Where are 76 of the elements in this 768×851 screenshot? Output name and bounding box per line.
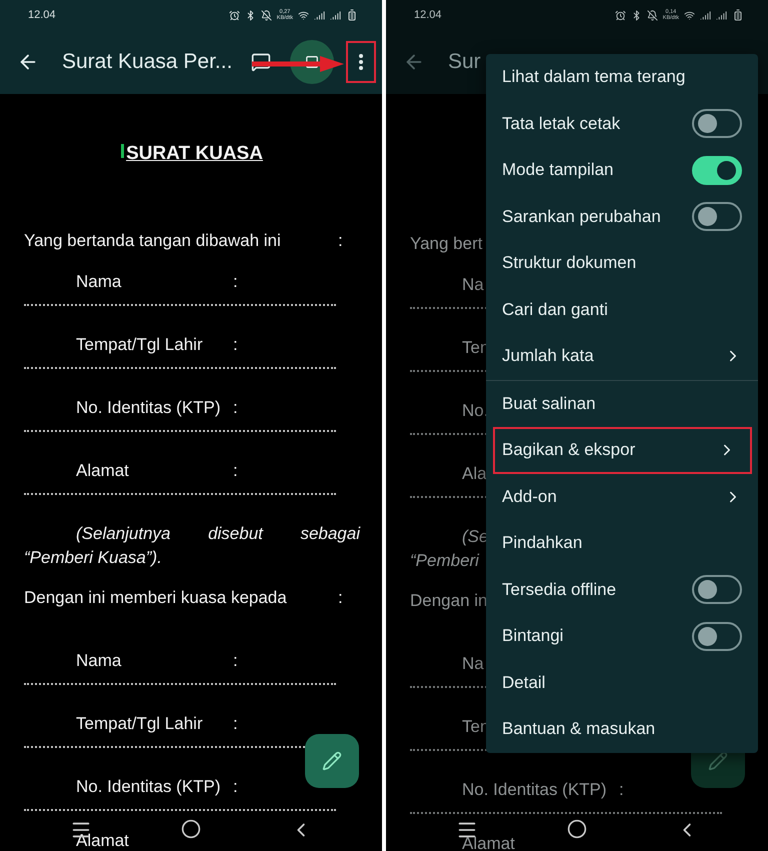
menu-item[interactable]: Add-on xyxy=(486,474,758,520)
status-time: 12.04 xyxy=(28,9,57,21)
menu-item[interactable]: Sarankan perubahan xyxy=(486,194,758,240)
colon: : xyxy=(233,460,238,482)
field-label: No. Identitas (KTP) xyxy=(76,398,221,417)
field-label: Alamat xyxy=(76,461,129,480)
document-title: Surat Kuasa Per... xyxy=(62,50,232,74)
field-label: No. xyxy=(462,401,488,420)
menu-item[interactable]: Tersedia offline xyxy=(486,566,758,613)
note-text: (Selanjutnya disebut sebagai “Pemberi Kuasa”). xyxy=(24,523,360,569)
document-title: Sur xyxy=(448,50,481,74)
edit-button[interactable] xyxy=(305,734,359,788)
signal-icon xyxy=(330,10,341,20)
bluetooth-icon xyxy=(630,10,642,20)
square-icon xyxy=(305,55,319,69)
menu-item[interactable]: Pindahkan xyxy=(486,520,758,566)
document-title: SURAT KUASA xyxy=(126,142,263,166)
more-button[interactable] xyxy=(346,41,376,83)
menu-item[interactable]: Lihat dalam tema terang xyxy=(486,54,758,100)
paragraph-text: Yang bert xyxy=(410,234,482,253)
alarm-icon xyxy=(228,10,240,20)
colon: : xyxy=(233,334,238,356)
colon: : xyxy=(233,271,238,293)
home-icon[interactable] xyxy=(567,819,587,839)
colon: : xyxy=(619,779,624,801)
signal-icon xyxy=(700,10,711,20)
wifi-icon xyxy=(684,10,695,20)
status-time: 12.04 xyxy=(414,9,443,21)
menu-item[interactable]: Mode tampilan xyxy=(486,147,758,194)
field-label: Tempat/Tgl Lahir xyxy=(76,714,203,733)
colon: : xyxy=(233,776,238,798)
colon: : xyxy=(233,397,238,419)
menu-item[interactable]: Detail xyxy=(486,660,758,706)
bell-off-icon xyxy=(260,10,272,20)
signal-icon xyxy=(314,10,325,20)
comment-icon[interactable] xyxy=(251,52,271,72)
menu-item[interactable]: Cari dan ganti xyxy=(486,286,758,333)
bell-off-icon xyxy=(646,10,658,20)
signal-icon xyxy=(716,10,727,20)
colon: : xyxy=(233,713,238,735)
field-label: No. Identitas (KTP) xyxy=(462,780,607,799)
toggle-switch[interactable] xyxy=(692,156,742,185)
menu-item[interactable]: Jumlah kata xyxy=(486,333,758,380)
paragraph-text: Dengan ini memberi kuasa kepada xyxy=(24,588,287,607)
colon: : xyxy=(338,587,343,609)
colon: : xyxy=(233,650,238,672)
paragraph-text: Yang bertanda tangan dibawah ini xyxy=(24,231,281,250)
colon: : xyxy=(338,230,343,252)
home-icon[interactable] xyxy=(181,819,201,839)
more-icon xyxy=(359,54,363,70)
field-label: No. Identitas (KTP) xyxy=(76,777,221,796)
field-label: Nama xyxy=(76,651,122,670)
toggle-switch[interactable] xyxy=(692,575,742,604)
field-label: Nama xyxy=(76,272,122,291)
field-label: Na xyxy=(462,275,484,294)
menu-item[interactable]: Bintangi xyxy=(486,613,758,660)
wifi-icon xyxy=(298,10,309,20)
battery-icon xyxy=(346,9,358,21)
field-label: Alamat xyxy=(461,835,516,851)
menu-item[interactable]: Tata letak cetak xyxy=(486,100,758,147)
pencil-icon xyxy=(322,751,342,771)
toggle-switch[interactable] xyxy=(692,622,742,651)
pencil-icon xyxy=(708,751,728,771)
battery-icon xyxy=(732,9,744,21)
menu-item[interactable]: Bagikan & ekspor xyxy=(493,427,752,474)
field-label: Ala xyxy=(462,464,487,483)
field-label: Tempat/Tgl Lahir xyxy=(76,335,203,354)
field-label: Alamat xyxy=(75,832,130,850)
bluetooth-icon xyxy=(244,10,256,20)
toggle-switch[interactable] xyxy=(692,202,742,232)
alarm-icon xyxy=(614,10,626,20)
menu-item[interactable]: Buat salinan xyxy=(486,380,758,427)
menu-item[interactable]: Struktur dokumen xyxy=(486,240,758,286)
field-label: Na xyxy=(462,654,484,673)
toggle-switch[interactable] xyxy=(692,109,742,138)
menu-item[interactable]: Bantuan & masukan xyxy=(486,706,758,752)
